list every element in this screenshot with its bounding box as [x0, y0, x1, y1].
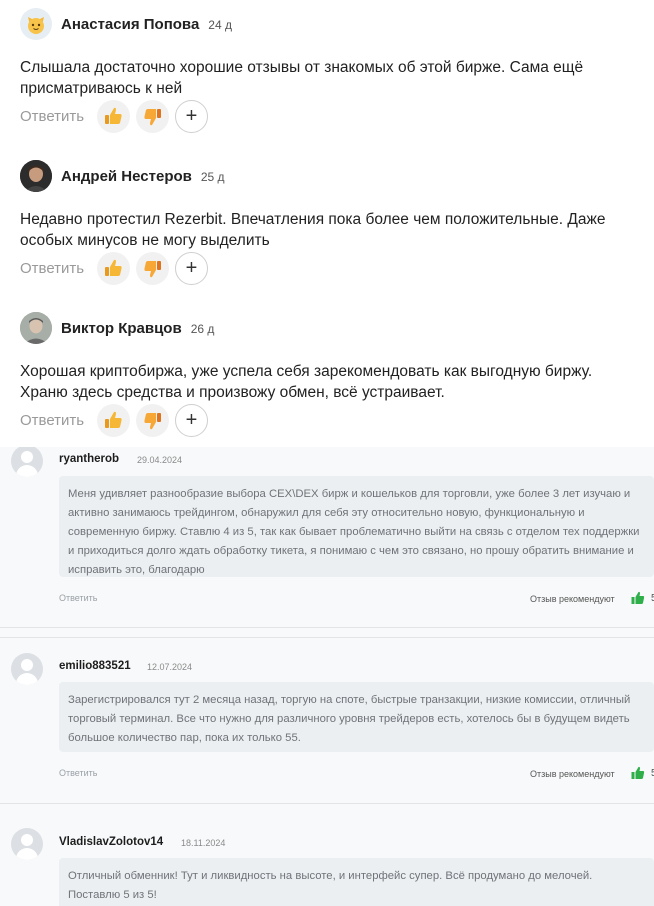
thumbs-down-icon — [144, 413, 161, 430]
review-author[interactable]: emilio883521 — [59, 660, 131, 672]
like-button[interactable] — [97, 100, 130, 133]
comment-actions: Ответить + — [20, 100, 214, 133]
comment-date: 24 д — [208, 18, 232, 32]
comment-header: Анастасия Попова 24 д — [20, 8, 640, 40]
recommend-label: Отзыв рекомендуют — [530, 769, 615, 779]
reply-button[interactable]: Ответить — [59, 593, 97, 603]
review-author[interactable]: VladislavZolotov14 — [59, 836, 163, 848]
reviews-section: ryantherob 29.04.2024 Меня удивляет разн… — [0, 447, 654, 906]
thumbs-up-icon[interactable] — [631, 766, 645, 780]
thumbs-down-icon — [144, 261, 161, 278]
add-reaction-button[interactable]: + — [175, 252, 208, 285]
thumbs-up-icon — [105, 411, 122, 428]
plus-icon: + — [185, 409, 198, 431]
dislike-button[interactable] — [136, 100, 169, 133]
comment-header: Виктор Кравцов 26 д — [20, 312, 640, 344]
review-date: 12.07.2024 — [147, 662, 193, 672]
divider — [0, 637, 654, 638]
comment-author[interactable]: Андрей Нестеров — [61, 168, 192, 185]
comment: Андрей Нестеров 25 д Недавно протестил R… — [20, 160, 640, 251]
recommend-label: Отзыв рекомендуют — [530, 594, 615, 604]
reply-button[interactable]: Ответить — [20, 260, 97, 277]
avatar[interactable] — [20, 160, 52, 192]
comment-text: Хорошая криптобиржа, уже успела себя зар… — [20, 363, 593, 401]
comment: Виктор Кравцов 26 д Хорошая криптобиржа,… — [20, 312, 640, 403]
comment-actions: Ответить + — [20, 252, 214, 285]
thumbs-up-icon[interactable] — [631, 591, 645, 605]
review-text: Меня удивляет разнообразие выбора CEX\DE… — [59, 476, 654, 577]
reply-button[interactable]: Ответить — [20, 412, 97, 429]
comment-header: Андрей Нестеров 25 д — [20, 160, 640, 192]
avatar[interactable] — [20, 312, 52, 344]
comment: Анастасия Попова 24 д Слышала достаточно… — [20, 8, 640, 99]
review-text: Зарегистрировался тут 2 месяца назад, то… — [59, 682, 654, 752]
review-date: 18.11.2024 — [181, 838, 226, 848]
comment-date: 26 д — [190, 322, 215, 336]
thumbs-up-icon — [105, 107, 122, 124]
comment-text: Слышала достаточно хорошие отзывы от зна… — [20, 59, 584, 97]
comment-author[interactable]: Анастасия Попова — [61, 16, 199, 33]
reply-button[interactable]: Ответить — [20, 108, 97, 125]
plus-icon: + — [185, 257, 198, 279]
comment-actions: Ответить + — [20, 404, 214, 437]
comment-text: Недавно протестил Rezerbit. Впечатления … — [20, 211, 606, 249]
review-date: 29.04.2024 — [137, 455, 183, 465]
review-text: Отличный обменник! Тут и ликвидность на … — [59, 858, 654, 906]
add-reaction-button[interactable]: + — [175, 100, 208, 133]
avatar — [11, 653, 43, 685]
divider — [0, 627, 654, 628]
plus-icon: + — [185, 105, 198, 127]
thumbs-down-icon — [144, 109, 161, 126]
avatar — [11, 828, 43, 860]
like-button[interactable] — [97, 404, 130, 437]
divider — [0, 803, 654, 804]
thumbs-up-icon — [105, 259, 122, 276]
avatar — [11, 447, 43, 477]
dislike-button[interactable] — [136, 404, 169, 437]
user-photo — [20, 160, 52, 192]
avatar[interactable] — [20, 8, 52, 40]
comment-date: 25 д — [200, 170, 225, 184]
comments-section: Анастасия Попова 24 д Слышала достаточно… — [0, 0, 654, 447]
add-reaction-button[interactable]: + — [175, 404, 208, 437]
reply-button[interactable]: Ответить — [59, 768, 97, 778]
cat-emoji-icon — [28, 17, 44, 34]
like-button[interactable] — [97, 252, 130, 285]
review-author[interactable]: ryantherob — [59, 453, 119, 465]
dislike-button[interactable] — [136, 252, 169, 285]
user-photo — [20, 312, 52, 344]
comment-author[interactable]: Виктор Кравцов — [61, 320, 182, 337]
